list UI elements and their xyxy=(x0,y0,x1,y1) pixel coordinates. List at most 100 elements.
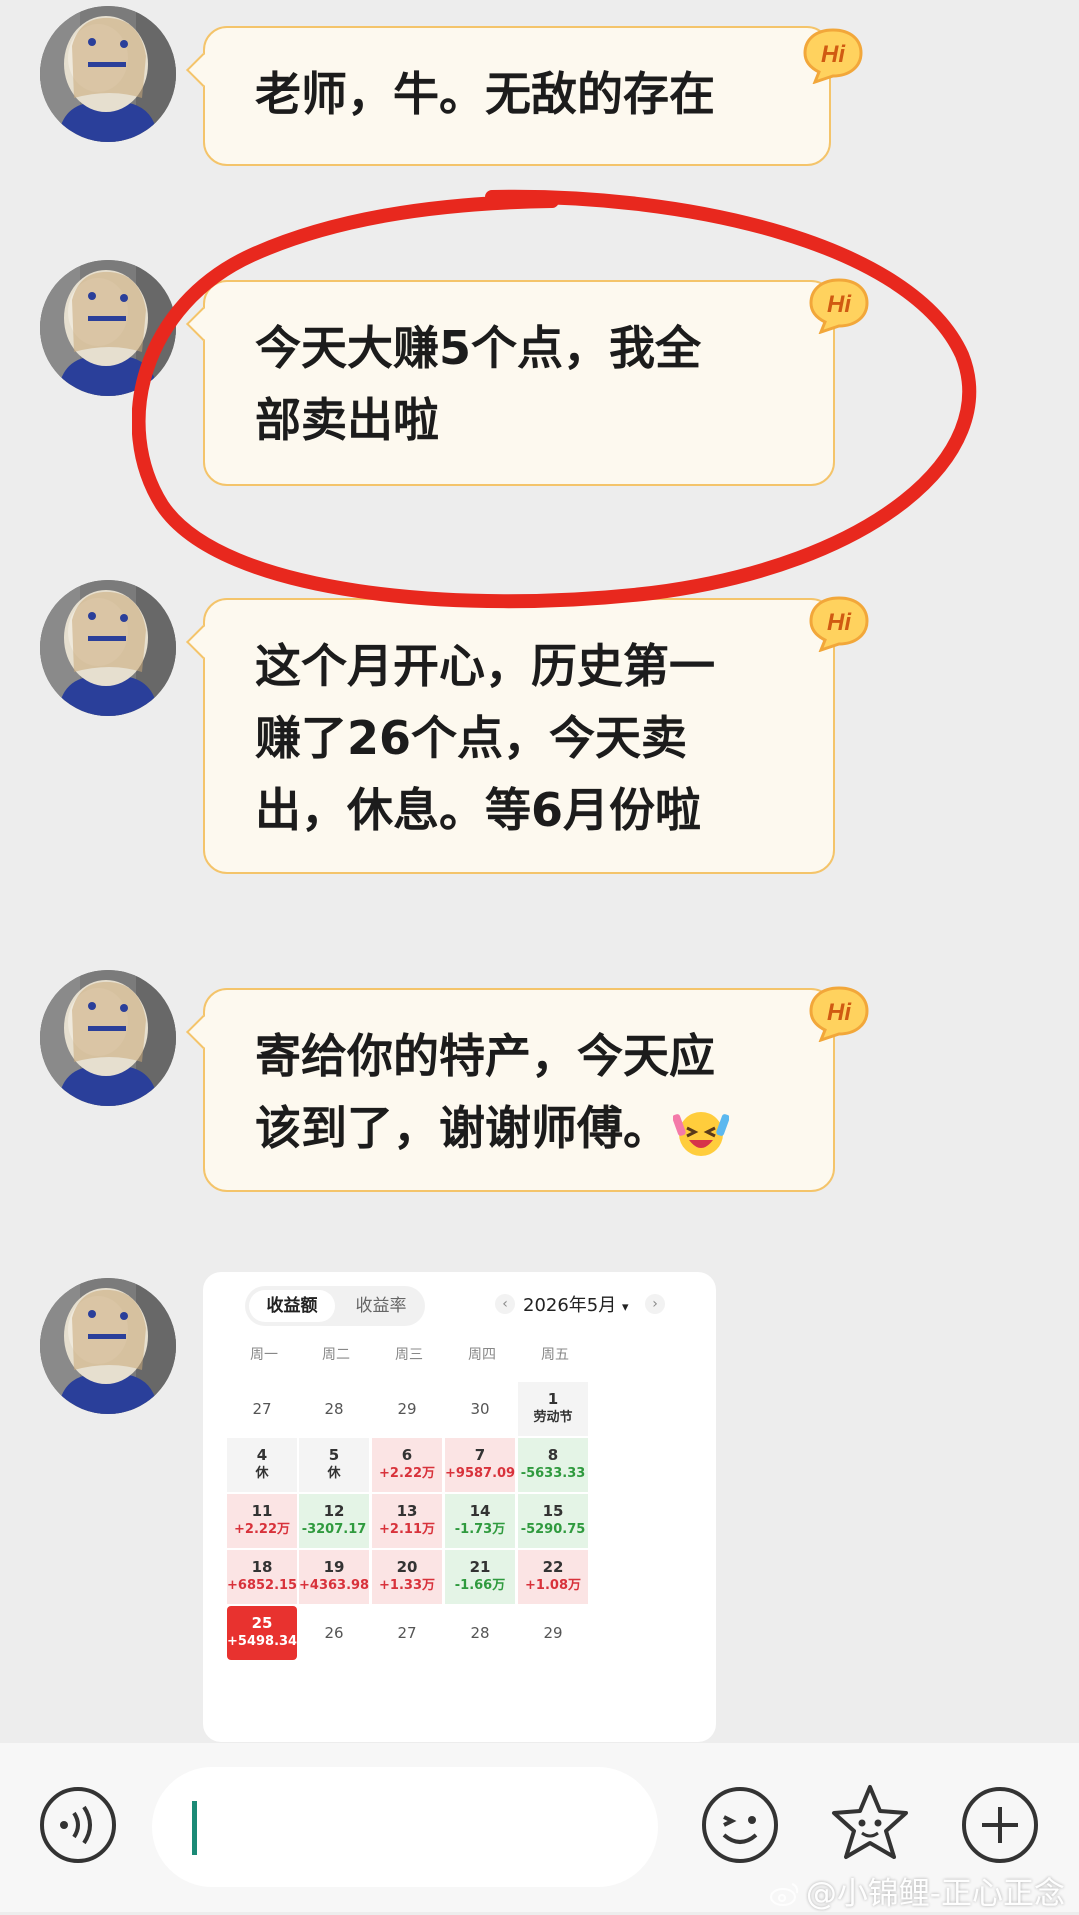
hi-label: Hi xyxy=(827,609,852,636)
calendar-day-cell[interactable]: 28 xyxy=(299,1382,369,1436)
day-profit-value: +5498.34 xyxy=(227,1634,298,1649)
message-text: 该到了，谢谢师傅。 xyxy=(255,1101,669,1155)
avatar[interactable] xyxy=(40,1278,176,1414)
prev-month-icon[interactable]: ‹ xyxy=(495,1294,515,1314)
day-profit-value: 休 xyxy=(255,1466,269,1481)
avatar[interactable] xyxy=(40,260,176,396)
watermark-text: @小锦鲤-正心正念 xyxy=(805,1876,1065,1912)
day-profit-value: +2.22万 xyxy=(379,1466,435,1481)
calendar-day-cell[interactable]: 12 -3207.17 xyxy=(299,1494,369,1548)
next-month-icon[interactable]: › xyxy=(645,1294,665,1314)
day-number: 26 xyxy=(324,1624,344,1642)
message-text: 出，休息。等6月份啦 xyxy=(255,783,702,837)
day-profit-value: +1.33万 xyxy=(379,1578,435,1593)
month-selector[interactable]: 2026年5月 ▾ xyxy=(523,1286,629,1326)
message-bubble[interactable]: 这个月开心，历史第一 赚了26个点，今天卖 出，休息。等6月份啦 xyxy=(186,598,835,874)
message-bubble[interactable]: 寄给你的特产，今天应 该到了，谢谢师傅。 xyxy=(186,988,835,1192)
day-number: 15 xyxy=(542,1502,564,1520)
hi-label: Hi xyxy=(821,41,846,68)
calendar-day-cell[interactable]: 25 +5498.34 xyxy=(227,1606,297,1660)
weekday-label: 周一 xyxy=(250,1347,278,1363)
calendar-day-cell[interactable]: 28 xyxy=(445,1606,515,1660)
month-label: 2026年5月 xyxy=(523,1295,617,1316)
message-text: 今天大赚5个点，我全 xyxy=(255,321,702,375)
calendar-day-cell[interactable]: 29 xyxy=(372,1382,442,1436)
plus-icon[interactable] xyxy=(960,1785,1040,1865)
day-number: 25 xyxy=(251,1614,273,1632)
tab-profit-rate[interactable]: 收益率 xyxy=(339,1290,423,1322)
chat-input-bar: @小锦鲤-正心正念 xyxy=(0,1743,1079,1912)
message-text: 赚了26个点，今天卖 xyxy=(255,711,688,765)
message-bubble[interactable]: 老师，牛。无敌的存在 xyxy=(186,26,831,166)
day-number: 27 xyxy=(252,1400,272,1418)
hi-badge-icon: Hi xyxy=(807,984,871,1042)
day-number: 6 xyxy=(401,1446,413,1464)
avatar[interactable] xyxy=(40,970,176,1106)
calendar-day-cell[interactable]: 20 +1.33万 xyxy=(372,1550,442,1604)
chevron-down-icon: ▾ xyxy=(622,1300,629,1315)
avatar[interactable] xyxy=(40,6,176,142)
day-number: 27 xyxy=(397,1624,417,1642)
day-number: 12 xyxy=(323,1502,345,1520)
day-profit-value: +6852.15 xyxy=(227,1578,298,1593)
day-number: 20 xyxy=(396,1558,418,1576)
message-text: 老师，牛。无敌的存在 xyxy=(255,67,715,121)
calendar-day-cell[interactable]: 18 +6852.15 xyxy=(227,1550,297,1604)
laughing-emoji-icon xyxy=(672,1104,730,1160)
calendar-day-cell[interactable]: 27 xyxy=(227,1382,297,1436)
hi-badge-icon: Hi xyxy=(807,276,871,334)
day-profit-value: +9587.09 xyxy=(445,1466,516,1481)
day-number: 5 xyxy=(328,1446,340,1464)
tab-profit-amount[interactable]: 收益额 xyxy=(249,1290,335,1322)
calendar-day-cell[interactable]: 11 +2.22万 xyxy=(227,1494,297,1548)
day-profit-value: +1.08万 xyxy=(525,1578,581,1593)
calendar-day-cell[interactable]: 29 xyxy=(518,1606,588,1660)
day-number: 29 xyxy=(397,1400,417,1418)
calendar-day-cell[interactable]: 30 xyxy=(445,1382,515,1436)
day-number: 11 xyxy=(251,1502,273,1520)
day-profit-value: -1.66万 xyxy=(454,1578,506,1593)
voice-icon[interactable] xyxy=(38,1785,118,1865)
message-bubble[interactable]: 今天大赚5个点，我全 部卖出啦 xyxy=(186,280,835,486)
message-text: 部卖出啦 xyxy=(255,393,439,447)
calendar-day-cell[interactable]: 21 -1.66万 xyxy=(445,1550,515,1604)
calendar-day-cell[interactable]: 15 -5290.75 xyxy=(518,1494,588,1548)
calendar-day-cell[interactable]: 5休 xyxy=(299,1438,369,1492)
calendar-day-cell[interactable]: 13 +2.11万 xyxy=(372,1494,442,1548)
emoji-icon[interactable] xyxy=(700,1785,780,1865)
day-number: 28 xyxy=(324,1400,344,1418)
calendar-day-cell[interactable]: 6 +2.22万 xyxy=(372,1438,442,1492)
day-number: 13 xyxy=(396,1502,418,1520)
message-input[interactable] xyxy=(152,1767,658,1887)
day-profit-value: -3207.17 xyxy=(301,1522,367,1537)
day-profit-value: +2.22万 xyxy=(234,1522,290,1537)
calendar-day-cell[interactable]: 22 +1.08万 xyxy=(518,1550,588,1604)
weekday-label: 周五 xyxy=(541,1347,569,1363)
day-profit-value: -5290.75 xyxy=(520,1522,586,1537)
calendar-day-cell[interactable]: 8 -5633.33 xyxy=(518,1438,588,1492)
calendar-day-cell[interactable]: 1 劳动节 xyxy=(518,1382,588,1436)
metric-toggle[interactable]: 收益额 收益率 xyxy=(245,1286,425,1326)
day-number: 7 xyxy=(474,1446,486,1464)
day-number: 22 xyxy=(542,1558,564,1576)
text-caret xyxy=(192,1801,197,1855)
day-number: 1 xyxy=(547,1390,559,1408)
avatar[interactable] xyxy=(40,580,176,716)
weibo-logo-icon xyxy=(769,1879,800,1906)
calendar-day-cell[interactable]: 19 +4363.98 xyxy=(299,1550,369,1604)
sticker-icon[interactable] xyxy=(828,1781,912,1865)
calendar-day-cell[interactable]: 27 xyxy=(372,1606,442,1660)
calendar-day-cell[interactable]: 26 xyxy=(299,1606,369,1660)
calendar-day-cell[interactable]: 14 -1.73万 xyxy=(445,1494,515,1548)
hi-label: Hi xyxy=(827,291,852,318)
day-number: 28 xyxy=(470,1624,490,1642)
message-line: 该到了，谢谢师傅。 xyxy=(255,1092,785,1164)
calendar-day-cell[interactable]: 7 +9587.09 xyxy=(445,1438,515,1492)
profit-calendar-image[interactable]: 收益额 收益率 ‹ 2026年5月 ▾ › 周一 周二 周三 周四 周五 27 28 29 3… xyxy=(203,1272,716,1742)
calendar-day-cell[interactable]: 4休 xyxy=(227,1438,297,1492)
day-number: 4 xyxy=(256,1446,268,1464)
weekday-label: 周四 xyxy=(468,1347,496,1363)
day-number: 18 xyxy=(251,1558,273,1576)
day-profit-value: -1.73万 xyxy=(454,1522,506,1537)
weekday-label: 周三 xyxy=(395,1347,423,1363)
